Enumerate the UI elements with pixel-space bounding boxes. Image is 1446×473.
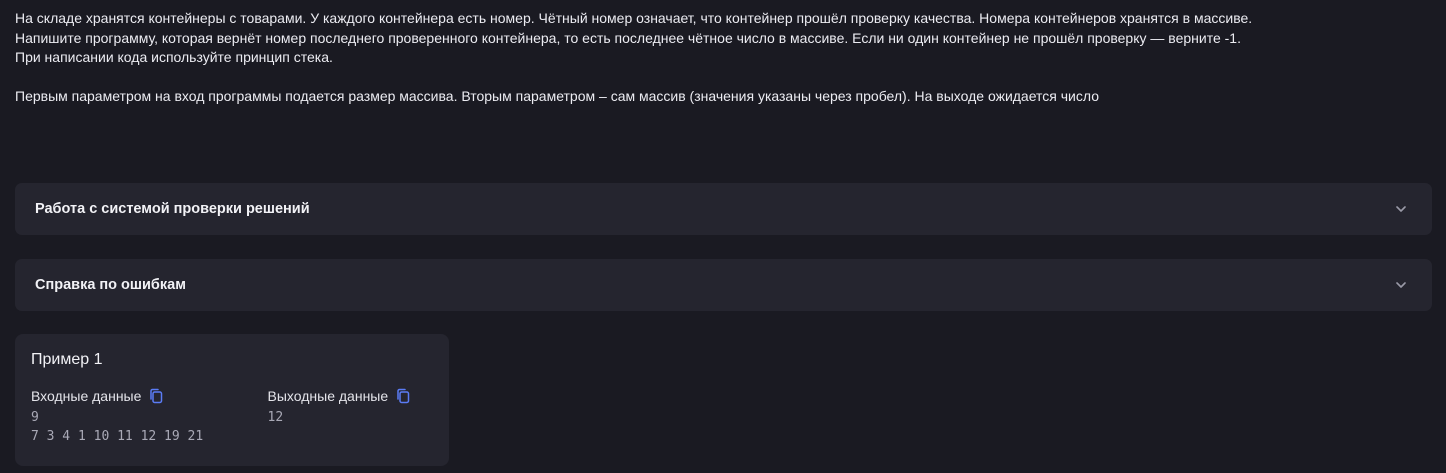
task-paragraph: При написании кода используйте принцип с… (15, 49, 333, 65)
copy-icon[interactable] (396, 388, 410, 404)
copy-icon[interactable] (149, 388, 163, 404)
accordion-title: Справка по ошибкам (35, 277, 186, 293)
output-line: 12 (267, 410, 284, 425)
output-header: Выходные данные (268, 386, 433, 406)
example-card: Пример 1 Входные данные 9 7 3 4 1 10 11 1… (15, 334, 449, 466)
accordion-title: Работа с системой проверки решений (35, 201, 310, 217)
example-title: Пример 1 (31, 351, 103, 368)
accordion-error-help[interactable]: Справка по ошибкам (15, 259, 1432, 311)
task-paragraph: Первым параметром на вход программы пода… (15, 88, 1099, 104)
example-columns: Входные данные 9 7 3 4 1 10 11 12 19 21 В… (31, 386, 433, 446)
task-description: На складе хранятся контейнеры с товарами… (15, 9, 1435, 107)
input-label: Входные данные (31, 388, 142, 404)
chevron-down-icon[interactable] (1394, 278, 1408, 292)
input-line: 9 (31, 410, 39, 425)
input-data: 9 7 3 4 1 10 11 12 19 21 (31, 408, 268, 446)
task-paragraph: На складе хранятся контейнеры с товарами… (15, 10, 1253, 26)
task-paragraph: Напишите программу, которая вернёт номер… (15, 29, 1241, 46)
output-data: 12 (268, 408, 433, 427)
input-column: Входные данные 9 7 3 4 1 10 11 12 19 21 (31, 386, 268, 446)
input-line: 7 3 4 1 10 11 12 19 21 (31, 429, 204, 444)
output-label: Выходные данные (267, 388, 389, 404)
input-header: Входные данные (31, 386, 268, 406)
accordion-solution-checking[interactable]: Работа с системой проверки решений (15, 183, 1432, 235)
chevron-down-icon[interactable] (1394, 202, 1408, 216)
output-column: Выходные данные 12 (268, 386, 433, 446)
